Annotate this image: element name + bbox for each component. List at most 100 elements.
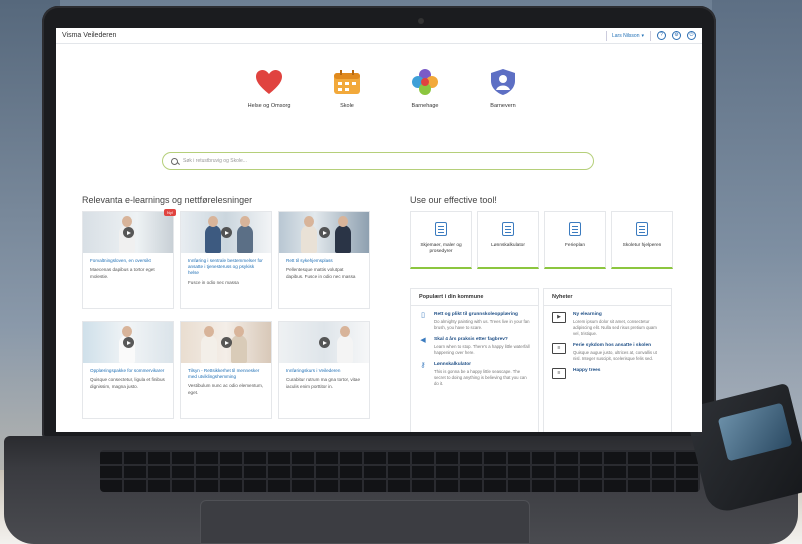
list-item[interactable]: ≡ Ferie sykdom hos ansatte i skolen Quis… xyxy=(544,337,671,362)
question-icon[interactable]: ? xyxy=(657,31,666,40)
play-icon[interactable] xyxy=(122,337,134,348)
category-label: Barnevern xyxy=(490,103,516,109)
tool-ferieplan[interactable]: Ferieplan xyxy=(544,211,606,269)
card-description: Pellentesque mattis volutpat dapibus. Fu… xyxy=(286,267,356,279)
person-figure xyxy=(301,216,317,253)
list-item[interactable]: ⚷ Lønnskalkulator This is gonna be a hap… xyxy=(411,356,538,387)
video-thumbnail xyxy=(181,322,271,363)
chevron-down-icon: ▾ xyxy=(641,32,644,39)
video-thumbnail xyxy=(83,212,173,253)
elearning-card[interactable]: Innføring i sentrale bestemmelser for an… xyxy=(180,211,272,309)
list-item[interactable]: ▯ Rett og plikt til grunnskoleopplæring … xyxy=(411,306,538,331)
list-item-description: This is gonna be a happy little seascape… xyxy=(434,369,527,387)
list-item-title[interactable]: Ny elearning xyxy=(573,312,663,317)
person-figure xyxy=(335,216,351,253)
play-icon[interactable] xyxy=(122,227,134,238)
search-bar[interactable] xyxy=(162,152,594,170)
person-figure xyxy=(231,326,247,363)
shield-icon xyxy=(489,68,517,96)
flower-icon xyxy=(411,68,439,96)
tool-list: Skjemaer, maler og prosedyrer Lønnskalku… xyxy=(410,211,673,269)
play-icon[interactable] xyxy=(220,337,232,348)
elearning-card-grid: Ny! Forvaltningsloven, en oversikt Maece… xyxy=(82,209,372,419)
list-item[interactable]: ▶ Ny elearning Lorem ipsum dolor sit ame… xyxy=(544,306,671,337)
category-skole[interactable]: Skole xyxy=(322,68,372,109)
elearning-card[interactable]: Tilsyn - Rettsikkerhet til mennesker med… xyxy=(180,321,272,419)
category-barnehage[interactable]: Barnehage xyxy=(400,68,450,109)
user-menu-button[interactable]: Lars Nilsson ▾ xyxy=(605,30,644,41)
card-description: Maecenas dapibus a tortor eget molestie. xyxy=(90,267,155,279)
elearning-card[interactable]: Innføringskurs i Veilederen Curabitur ru… xyxy=(278,321,370,419)
camera xyxy=(418,18,424,24)
list-item-description: Quisque augue justo, ultrices at, conval… xyxy=(573,350,657,362)
card-title[interactable]: Tilsyn - Rettsikkerhet til mennesker med… xyxy=(181,363,271,380)
category-list: Helse og Omsorg Skole Barnehage Barnever… xyxy=(244,68,528,109)
card-title[interactable]: Forvaltningsloven, en oversikt xyxy=(83,253,173,264)
document-icon xyxy=(435,222,447,236)
top-bar-actions: Lars Nilsson ▾ ? ⚙ ⏻ xyxy=(605,30,696,41)
play-icon[interactable] xyxy=(318,227,330,238)
gear-icon[interactable]: ⚙ xyxy=(672,31,681,40)
list-item-title[interactable]: Happy trees xyxy=(573,368,600,373)
power-icon[interactable]: ⏻ xyxy=(687,31,696,40)
person-figure xyxy=(201,326,217,363)
elearning-card[interactable]: Rett til sykehjemsplass Pellentesque mat… xyxy=(278,211,370,309)
video-thumbnail xyxy=(279,322,369,363)
tool-lonnskalkulator[interactable]: Lønnskalkulator xyxy=(477,211,539,269)
bag-icon xyxy=(636,222,648,236)
elearning-card[interactable]: Ny! Forvaltningsloven, en oversikt Maece… xyxy=(82,209,176,309)
person-figure xyxy=(237,216,253,253)
list-item[interactable]: ◀ Skal 4 års praksis etter fagbrev? Lear… xyxy=(411,331,538,356)
tool-skoletur[interactable]: Skoletur hjelperen xyxy=(611,211,673,269)
tool-skjemaer[interactable]: Skjemaer, maler og prosedyrer xyxy=(410,211,472,269)
card-title[interactable]: Innføringskurs i Veilederen xyxy=(279,363,369,374)
newspaper-icon: ≡ xyxy=(552,368,566,380)
elearning-card[interactable]: Opplæringspakke for sommervikarer Quisqu… xyxy=(82,321,174,419)
popular-panel-title: Populært i din kommune xyxy=(411,289,538,306)
card-description: Fusce in odio nec massa xyxy=(188,279,239,285)
tool-label: Skjemaer, maler og prosedyrer xyxy=(420,243,462,255)
popular-panel: Populært i din kommune ▯ Rett og plikt t… xyxy=(410,288,539,432)
category-label: Barnehage xyxy=(411,103,439,109)
card-title[interactable]: Innføring i sentrale bestemmelser for an… xyxy=(181,253,271,277)
terminal-screen xyxy=(717,402,793,462)
card-description: Curabitur rutrum ma gna tortor, vitae ia… xyxy=(286,377,361,389)
person-figure xyxy=(337,326,353,363)
app-title: Visma Veilederen xyxy=(62,32,117,39)
calculator-icon xyxy=(502,222,514,236)
search-input[interactable] xyxy=(183,158,563,164)
category-barnevern[interactable]: Barnevern xyxy=(478,68,528,109)
school-icon xyxy=(333,68,361,96)
app-screen: Visma Veilederen Lars Nilsson ▾ ? ⚙ ⏻ He… xyxy=(56,28,702,432)
heart-icon xyxy=(255,68,283,96)
newspaper-icon: ≡ xyxy=(552,343,566,355)
calendar-icon xyxy=(569,222,581,236)
video-icon: ▶ xyxy=(552,312,566,323)
key-icon: ⚷ xyxy=(420,362,426,370)
list-item-title[interactable]: Ferie sykdom hos ansatte i skolen xyxy=(573,343,663,348)
megaphone-icon: ◀ xyxy=(420,337,426,345)
list-item-title[interactable]: Rett og plikt til grunnskoleopplæring xyxy=(434,312,530,317)
new-badge: Ny! xyxy=(164,209,176,216)
card-title[interactable]: Rett til sykehjemsplass xyxy=(279,253,369,264)
list-item-text: Lønnskalkulator This is gonna be a happy… xyxy=(434,362,530,387)
divider xyxy=(650,30,651,41)
search-icon xyxy=(171,157,178,165)
list-item-description: Lorem ipsum dolor sit amet, consectetur … xyxy=(573,319,657,337)
tool-label: Ferieplan xyxy=(565,243,585,248)
play-icon[interactable] xyxy=(220,227,232,238)
list-item-text: Rett og plikt til grunnskoleopplæring Do… xyxy=(434,312,530,331)
list-item[interactable]: ≡ Happy trees xyxy=(544,362,671,380)
document-icon: ▯ xyxy=(421,312,425,319)
video-thumbnail xyxy=(181,212,271,253)
play-icon[interactable] xyxy=(318,337,330,348)
list-item-text: Ferie sykdom hos ansatte i skolen Quisqu… xyxy=(573,343,663,362)
category-label: Skole xyxy=(340,103,354,109)
video-thumbnail xyxy=(83,322,173,363)
card-title[interactable]: Opplæringspakke for sommervikarer xyxy=(83,363,173,374)
category-helse-og-omsorg[interactable]: Helse og Omsorg xyxy=(244,68,294,109)
list-item-description: Do almighty painting with us. Trees live… xyxy=(434,319,530,331)
list-item-title[interactable]: Skal 4 års praksis etter fagbrev? xyxy=(434,337,530,342)
top-bar: Visma Veilederen Lars Nilsson ▾ ? ⚙ ⏻ xyxy=(56,28,702,44)
list-item-title[interactable]: Lønnskalkulator xyxy=(434,362,530,367)
